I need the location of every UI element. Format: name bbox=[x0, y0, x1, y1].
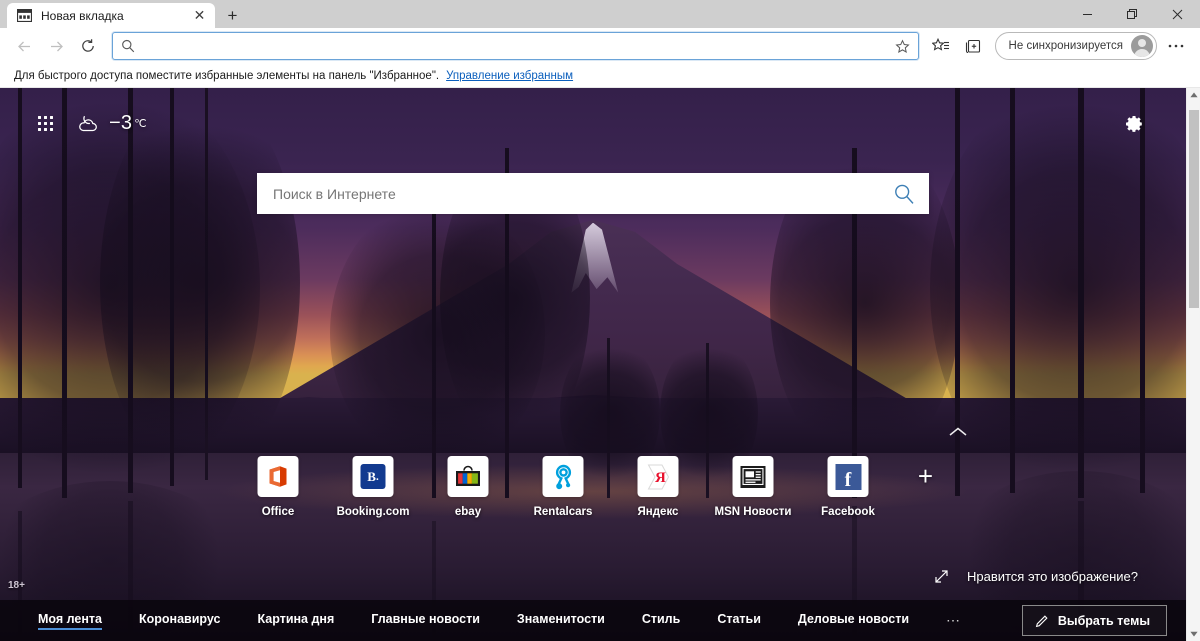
scrollbar-thumb[interactable] bbox=[1189, 110, 1199, 308]
news-topic-coronavirus[interactable]: Коронавирус bbox=[139, 612, 220, 629]
minimize-button[interactable] bbox=[1065, 0, 1110, 28]
tile-rentalcars[interactable]: Rentalcars bbox=[516, 456, 611, 518]
avatar bbox=[1131, 35, 1153, 57]
scrollbar-up-arrow[interactable] bbox=[1187, 88, 1200, 102]
tile-label: Яндекс bbox=[637, 506, 679, 518]
title-bar: Новая вкладка ✕ + bbox=[0, 0, 1200, 28]
facebook-icon: f bbox=[827, 456, 869, 497]
manage-favorites-link[interactable]: Управление избранным bbox=[446, 70, 573, 82]
age-rating-badge: 18+ bbox=[8, 580, 25, 591]
tile-facebook[interactable]: f Facebook bbox=[801, 456, 896, 518]
choose-themes-label: Выбрать темы bbox=[1057, 613, 1150, 628]
scroll-up-chevron-icon[interactable] bbox=[948, 425, 968, 443]
office-icon bbox=[257, 456, 299, 497]
shortcut-tiles: Office B. Booking.com ebay Rentalcars Я … bbox=[231, 456, 956, 518]
like-image-label: Нравится это изображение? bbox=[966, 569, 1138, 584]
collections-button[interactable] bbox=[957, 31, 989, 61]
tile-office[interactable]: Office bbox=[231, 456, 326, 518]
weather-unit: ℃ bbox=[134, 118, 147, 130]
browser-tab[interactable]: Новая вкладка ✕ bbox=[7, 3, 215, 28]
maximize-button[interactable] bbox=[1110, 0, 1155, 28]
tile-label: Booking.com bbox=[336, 506, 410, 518]
tile-label: Facebook bbox=[821, 506, 875, 518]
news-topic-articles[interactable]: Статьи bbox=[717, 612, 761, 629]
tile-ebay[interactable]: ebay bbox=[421, 456, 516, 518]
news-topic-business-news[interactable]: Деловые новости bbox=[798, 612, 909, 629]
address-bar[interactable] bbox=[112, 32, 919, 60]
newtab-icon bbox=[16, 9, 32, 23]
gear-icon[interactable] bbox=[1124, 114, 1144, 139]
pencil-icon bbox=[1035, 614, 1049, 628]
news-topic-style[interactable]: Стиль bbox=[642, 612, 680, 629]
favorite-star-icon[interactable] bbox=[894, 38, 910, 54]
like-image-control[interactable]: Нравится это изображение? bbox=[934, 569, 1138, 584]
news-topic-top-news[interactable]: Главные новости bbox=[371, 612, 480, 629]
forward-button[interactable] bbox=[40, 31, 72, 61]
search-icon[interactable] bbox=[893, 183, 915, 205]
favorites-hub-button[interactable] bbox=[925, 31, 957, 61]
address-input[interactable] bbox=[144, 36, 895, 56]
news-topics-bar: Моя лента Коронавирус Картина дня Главны… bbox=[0, 600, 1186, 641]
tree-canopy bbox=[100, 88, 300, 478]
moon-cloud-icon bbox=[75, 114, 101, 134]
search-icon bbox=[121, 39, 135, 53]
favorites-bar: Для быстрого доступа поместите избранные… bbox=[0, 64, 1200, 88]
tile-yandex[interactable]: Я Яндекс bbox=[611, 456, 706, 518]
more-settings-button[interactable] bbox=[1160, 31, 1192, 61]
tile-label: MSN Новости bbox=[714, 506, 792, 518]
profile-sync-button[interactable]: Не синхронизируется bbox=[994, 32, 1157, 60]
news-topics-list: Моя лента Коронавирус Картина дня Главны… bbox=[38, 612, 992, 630]
tile-msn-news[interactable]: MSN Новости bbox=[706, 456, 801, 518]
search-input[interactable] bbox=[273, 185, 893, 202]
profile-sync-label: Не синхронизируется bbox=[1008, 40, 1123, 52]
svg-text:Я: Я bbox=[655, 470, 666, 486]
tile-label: ebay bbox=[454, 506, 482, 518]
yandex-icon: Я bbox=[637, 456, 679, 497]
scrollbar-down-arrow[interactable] bbox=[1187, 627, 1200, 641]
expand-arrow-icon[interactable] bbox=[934, 569, 949, 584]
tab-title: Новая вкладка bbox=[41, 8, 124, 23]
weather-widget[interactable]: −3 ℃ bbox=[38, 112, 147, 135]
msn-icon bbox=[732, 456, 774, 497]
news-topic-picture-of-day[interactable]: Картина дня bbox=[258, 612, 335, 629]
rentalcars-icon bbox=[542, 456, 584, 497]
window-controls bbox=[1065, 0, 1200, 28]
news-topic-my-feed[interactable]: Моя лента bbox=[38, 612, 103, 630]
new-tab-page: −3 ℃ Поиск в Интернете Office B . Bookin… bbox=[0, 88, 1186, 641]
tile-booking[interactable]: B. Booking.com bbox=[326, 456, 421, 518]
news-topics-more-button[interactable]: ⋯ bbox=[946, 612, 962, 629]
background-image bbox=[0, 88, 1186, 641]
booking-icon: B. bbox=[352, 456, 394, 497]
choose-themes-button[interactable]: Выбрать темы bbox=[1021, 605, 1167, 636]
tile-label: Office bbox=[261, 506, 295, 518]
weather-temperature: −3 bbox=[109, 112, 133, 134]
browser-toolbar: Не синхронизируется bbox=[0, 28, 1200, 64]
ebay-icon bbox=[447, 456, 489, 497]
new-tab-button[interactable]: + bbox=[219, 3, 246, 28]
news-topic-celebrities[interactable]: Знаменитости bbox=[517, 612, 605, 629]
page-scrollbar[interactable] bbox=[1186, 88, 1200, 641]
app-grid-icon[interactable] bbox=[38, 116, 53, 131]
refresh-button[interactable] bbox=[72, 31, 104, 61]
close-window-button[interactable] bbox=[1155, 0, 1200, 28]
search-box[interactable] bbox=[257, 173, 929, 214]
tab-close-icon[interactable]: ✕ bbox=[191, 7, 208, 24]
add-shortcut-button[interactable]: + bbox=[896, 456, 956, 497]
back-button[interactable] bbox=[8, 31, 40, 61]
favorites-bar-message: Для быстрого доступа поместите избранные… bbox=[14, 69, 440, 82]
tile-label: Rentalcars bbox=[533, 506, 593, 518]
